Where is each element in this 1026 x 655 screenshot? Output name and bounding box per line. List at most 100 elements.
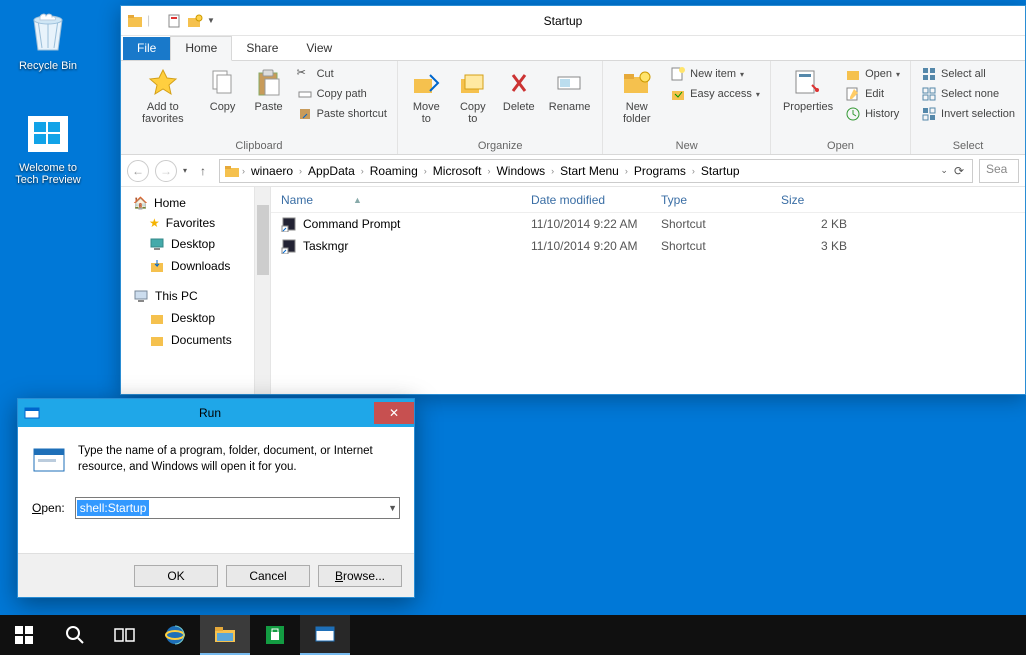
tab-file[interactable]: File — [123, 37, 170, 60]
nav-sidebar: 🏠Home ★Favorites Desktop Downloads This … — [121, 187, 271, 394]
properties-icon[interactable] — [167, 13, 183, 29]
new-folder-button[interactable]: New folder — [611, 65, 662, 127]
folder-icon — [224, 163, 240, 179]
nav-recent-dropdown[interactable]: ▾ — [183, 166, 187, 175]
cancel-button[interactable]: Cancel — [226, 565, 310, 587]
nav-up-button[interactable]: ↑ — [193, 161, 213, 181]
new-item-button[interactable]: New item▾ — [668, 65, 762, 83]
shortcut-icon — [297, 106, 313, 122]
select-none-button[interactable]: Select none — [919, 85, 1017, 103]
search-input[interactable]: Sea — [979, 159, 1019, 183]
move-to-button[interactable]: Move to — [406, 65, 447, 127]
copy-path-button[interactable]: Copy path — [295, 85, 389, 103]
history-icon — [845, 106, 861, 122]
file-pane: Name▲ Date modified Type Size Command Pr… — [271, 187, 1025, 394]
edit-icon — [845, 86, 861, 102]
taskbar — [0, 615, 1026, 655]
breadcrumb-seg[interactable]: Startup — [697, 164, 744, 178]
run-dialog: Run ✕ Type the name of a program, folder… — [17, 398, 415, 598]
ribbon-tabs: File Home Share View — [121, 36, 1025, 61]
tab-share[interactable]: Share — [232, 37, 292, 60]
new-folder-icon — [621, 67, 653, 99]
sidebar-favorites[interactable]: ★Favorites — [125, 213, 266, 233]
copy-button[interactable]: Copy — [203, 65, 243, 115]
taskbar-ie[interactable] — [150, 615, 200, 655]
qat-dropdown-icon[interactable]: ▼ — [207, 16, 215, 25]
rename-icon — [554, 67, 586, 99]
open-button[interactable]: Open▾ — [843, 65, 902, 83]
refresh-icon[interactable]: ⟳ — [954, 164, 964, 178]
column-headers[interactable]: Name▲ Date modified Type Size — [271, 187, 1025, 213]
taskbar-taskview[interactable] — [100, 615, 150, 655]
select-all-button[interactable]: Select all — [919, 65, 1017, 83]
copy-to-icon — [457, 67, 489, 99]
breadcrumb-seg[interactable]: Roaming — [366, 164, 422, 178]
sidebar-scrollbar[interactable] — [254, 187, 270, 394]
paste-shortcut-button[interactable]: Paste shortcut — [295, 105, 389, 123]
sidebar-home[interactable]: 🏠Home — [125, 193, 266, 213]
run-titlebar[interactable]: Run ✕ — [18, 399, 414, 427]
shortcut-icon — [281, 238, 297, 254]
invert-selection-button[interactable]: Invert selection — [919, 105, 1017, 123]
sidebar-this-pc[interactable]: This PC — [125, 285, 266, 307]
path-icon — [297, 86, 313, 102]
rename-button[interactable]: Rename — [545, 65, 595, 115]
open-icon — [845, 66, 861, 82]
taskbar-run[interactable] — [300, 615, 350, 655]
explorer-titlebar[interactable]: | ▼ Startup — [121, 6, 1025, 36]
invert-icon — [921, 106, 937, 122]
history-button[interactable]: History — [843, 105, 902, 123]
breadcrumb-seg[interactable]: Programs — [630, 164, 690, 178]
pc-icon — [133, 288, 149, 304]
breadcrumb[interactable]: › winaero› AppData› Roaming› Microsoft› … — [219, 159, 973, 183]
breadcrumb-seg[interactable]: AppData — [304, 164, 359, 178]
close-button[interactable]: ✕ — [374, 402, 414, 424]
add-to-favorites-button[interactable]: Add to favorites — [129, 65, 197, 127]
sidebar-pc-documents[interactable]: Documents — [125, 329, 266, 351]
tech-preview-label: Welcome to Tech Preview — [8, 162, 88, 186]
properties-button[interactable]: Properties — [779, 65, 837, 115]
delete-button[interactable]: Delete — [499, 65, 539, 115]
breadcrumb-seg[interactable]: Start Menu — [556, 164, 623, 178]
run-title: Run — [46, 406, 374, 420]
ok-button[interactable]: OK — [134, 565, 218, 587]
ribbon-group-clipboard: Add to favorites Copy Paste ✂Cut Copy pa… — [121, 61, 398, 154]
delete-icon — [503, 67, 535, 99]
address-bar: ← → ▾ ↑ › winaero› AppData› Roaming› Mic… — [121, 155, 1025, 187]
taskbar-explorer[interactable] — [200, 615, 250, 655]
edit-button[interactable]: Edit — [843, 85, 902, 103]
desktop-icon-recycle-bin[interactable]: Recycle Bin — [8, 8, 88, 72]
easy-access-button[interactable]: Easy access▾ — [668, 85, 762, 103]
breadcrumb-seg[interactable]: Windows — [492, 164, 549, 178]
breadcrumb-seg[interactable]: Microsoft — [429, 164, 486, 178]
copy-to-button[interactable]: Copy to — [453, 65, 493, 127]
start-button[interactable] — [0, 615, 50, 655]
easy-access-icon — [670, 86, 686, 102]
cut-button[interactable]: ✂Cut — [295, 65, 389, 83]
desktop-icon — [149, 236, 165, 252]
breadcrumb-dropdown-icon[interactable]: ⌄ — [940, 165, 948, 176]
taskbar-store[interactable] — [250, 615, 300, 655]
chevron-down-icon[interactable]: ▼ — [388, 503, 397, 513]
breadcrumb-seg[interactable]: winaero — [247, 164, 297, 178]
sort-asc-icon: ▲ — [353, 195, 362, 205]
sidebar-downloads[interactable]: Downloads — [125, 255, 266, 277]
new-folder-qat-icon[interactable] — [187, 13, 203, 29]
sidebar-desktop[interactable]: Desktop — [125, 233, 266, 255]
tab-view[interactable]: View — [292, 37, 346, 60]
paste-button[interactable]: Paste — [249, 65, 289, 115]
browse-button[interactable]: Browse... — [318, 565, 402, 587]
divider-icon: | — [147, 13, 163, 29]
tab-home[interactable]: Home — [170, 36, 232, 61]
downloads-icon — [149, 258, 165, 274]
table-row[interactable]: Command Prompt11/10/2014 9:22 AMShortcut… — [271, 213, 1025, 235]
windows-logo-icon — [24, 110, 72, 158]
nav-back-button[interactable]: ← — [127, 160, 149, 182]
taskbar-search[interactable] — [50, 615, 100, 655]
table-row[interactable]: Taskmgr11/10/2014 9:20 AMShortcut3 KB — [271, 235, 1025, 257]
run-open-combobox[interactable]: shell:Startup ▼ — [75, 497, 400, 519]
ribbon-group-select: Select all Select none Invert selection … — [911, 61, 1025, 154]
sidebar-pc-desktop[interactable]: Desktop — [125, 307, 266, 329]
desktop-icon-tech-preview[interactable]: Welcome to Tech Preview — [8, 110, 88, 186]
nav-forward-button[interactable]: → — [155, 160, 177, 182]
